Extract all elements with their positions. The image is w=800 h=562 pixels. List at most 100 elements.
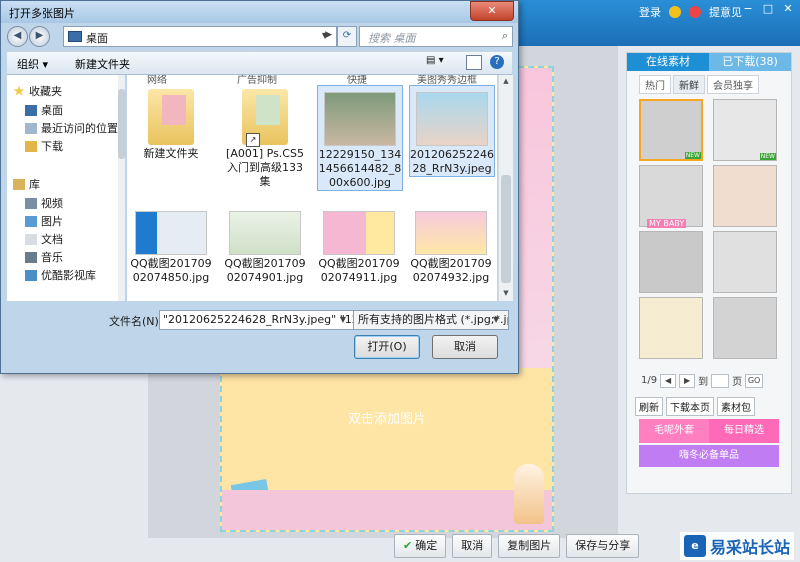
- refresh-icon[interactable]: ⟳: [337, 26, 357, 47]
- sidebar-item-documents[interactable]: 文档: [25, 231, 63, 247]
- downloads-folder-icon: [25, 140, 37, 152]
- refresh-button[interactable]: 刷新: [635, 397, 663, 416]
- new-badge: NEW: [684, 152, 701, 159]
- search-box[interactable]: 搜索 桌面 ⌕: [359, 26, 513, 47]
- preview-pane-icon[interactable]: [466, 55, 482, 70]
- sidebar-item-desktop[interactable]: 桌面: [25, 102, 63, 118]
- sidebar-favorites[interactable]: 收藏夹: [13, 83, 62, 99]
- copy-image-button[interactable]: 复制图片: [498, 534, 561, 558]
- scroll-up-icon[interactable]: ▲: [501, 77, 511, 87]
- view-options-icon[interactable]: ▤ ▾: [426, 55, 454, 70]
- new-folder-button[interactable]: 新建文件夹: [75, 56, 130, 72]
- app-window-controls: − □ ✕: [740, 2, 796, 16]
- my-baby-thumbnail-text: MY BABY: [647, 219, 687, 228]
- scroll-down-icon[interactable]: ▼: [501, 289, 511, 299]
- new-badge: NEW: [759, 153, 776, 160]
- material-thumbnail[interactable]: [639, 297, 703, 359]
- close-app-button[interactable]: ✕: [780, 2, 796, 16]
- material-thumbnail[interactable]: [713, 231, 777, 293]
- address-path: 桌面: [86, 32, 108, 45]
- address-bar[interactable]: 桌面 ▶: [63, 26, 337, 47]
- save-share-button[interactable]: 保存与分享: [566, 534, 640, 558]
- file-item-image[interactable]: 12229150_1341456614482_800x600.jpg: [317, 85, 403, 191]
- file-list: 网络 广告抑制 快捷 美图秀秀边框 新建文件夹 ↗ [A001] Ps.CS5入…: [127, 75, 497, 301]
- material-panel: 在线素材 已下载(38) 热门 新鲜 会员独享 NEW NEW MY BABY …: [626, 52, 792, 494]
- file-list-scrollbar[interactable]: ▲ ▼: [498, 75, 513, 301]
- material-pager: 1/9 ◀ ▶ 到 页 GO: [641, 373, 764, 388]
- file-item-folder[interactable]: 新建文件夹: [129, 85, 213, 161]
- file-item-screenshot[interactable]: QQ截图20170902074901.jpg: [223, 205, 307, 285]
- filetype-select[interactable]: 所有支持的图片格式 (*.jpg;*.jp: [353, 310, 509, 330]
- login-link[interactable]: 登录: [639, 4, 661, 20]
- sidebar-item-pictures[interactable]: 图片: [25, 213, 63, 229]
- prev-page-button[interactable]: ◀: [660, 373, 677, 388]
- tab-online-materials[interactable]: 在线素材: [627, 53, 709, 71]
- material-tabs: 在线素材 已下载(38): [627, 53, 791, 71]
- material-thumbnail[interactable]: [639, 231, 703, 293]
- filename-dropdown-icon[interactable]: ▼: [337, 311, 349, 329]
- back-arrow-icon[interactable]: ◀: [7, 26, 28, 47]
- wave-decoration: [222, 490, 552, 530]
- folder-icon: [148, 89, 194, 145]
- download-page-button[interactable]: 下载本页: [666, 397, 714, 416]
- material-thumbnail[interactable]: [713, 297, 777, 359]
- next-page-button[interactable]: ▶: [679, 373, 696, 388]
- open-images-dialog: 打开多张图片 ✕ ◀ ▶ 桌面 ▶ ▼ ⟳ 搜索 桌面 ⌕ 组织 ▾ 新建文件夹…: [0, 0, 519, 374]
- material-thumbnail[interactable]: NEW: [639, 99, 703, 161]
- dialog-cancel-button[interactable]: 取消: [432, 335, 498, 359]
- help-icon[interactable]: ?: [490, 55, 504, 69]
- feedback-link[interactable]: 提意见: [709, 4, 742, 20]
- subtab-popular[interactable]: 热门: [639, 75, 671, 94]
- videos-icon: [25, 197, 37, 209]
- add-image-hint[interactable]: 双击添加图片: [222, 408, 552, 427]
- search-icon[interactable]: ⌕: [502, 29, 508, 43]
- sidebar-item-music[interactable]: 音乐: [25, 249, 63, 265]
- open-button[interactable]: 打开(O): [354, 335, 420, 359]
- subtab-vip[interactable]: 会员独享: [707, 75, 759, 94]
- forward-arrow-icon[interactable]: ▶: [29, 26, 50, 47]
- file-item-screenshot[interactable]: QQ截图20170902074932.jpg: [409, 205, 493, 285]
- promo-winter[interactable]: 嗨冬必备单品: [639, 445, 779, 467]
- organize-menu[interactable]: 组织 ▾: [17, 56, 48, 72]
- sidebar-item-youku[interactable]: 优酷影视库: [25, 267, 96, 283]
- tab-downloaded[interactable]: 已下载(38): [709, 53, 791, 71]
- qq-icon[interactable]: [669, 6, 681, 18]
- filename-input[interactable]: "20120625224628_RrN3y.jpeg" "1222: [159, 310, 354, 330]
- goto-label: 到: [698, 377, 709, 388]
- sidebar-item-downloads[interactable]: 下载: [25, 138, 63, 154]
- documents-icon: [25, 233, 37, 245]
- material-thumbnail[interactable]: NEW: [713, 99, 777, 161]
- sidebar-item-videos[interactable]: 视频: [25, 195, 63, 211]
- site-logo-icon: e: [683, 535, 706, 557]
- material-pack-button[interactable]: 素材包: [717, 397, 755, 416]
- address-dropdown-icon[interactable]: ▼: [317, 26, 333, 45]
- file-item-image[interactable]: 20120625224628_RrN3y.jpeg: [409, 85, 495, 177]
- check-icon: ✔: [403, 539, 413, 552]
- go-button[interactable]: GO: [745, 373, 764, 388]
- material-thumbnail[interactable]: [713, 165, 777, 227]
- promo-coats[interactable]: 毛呢外套: [639, 419, 709, 443]
- sidebar-item-recent[interactable]: 最近访问的位置: [25, 120, 118, 136]
- promo-daily[interactable]: 每日精选: [709, 419, 779, 443]
- close-dialog-button[interactable]: ✕: [470, 1, 514, 21]
- maximize-button[interactable]: □: [760, 2, 776, 16]
- minimize-button[interactable]: −: [740, 2, 756, 16]
- page-number-input[interactable]: [711, 373, 730, 388]
- file-scroll-thumb[interactable]: [501, 175, 511, 283]
- subtab-fresh[interactable]: 新鲜: [673, 75, 705, 94]
- site-name: 易采站长站: [709, 538, 790, 557]
- file-item-screenshot[interactable]: QQ截图20170902074850.jpg: [129, 205, 213, 285]
- sidebar-scrollbar[interactable]: [118, 75, 125, 301]
- sidebar-libraries[interactable]: 库: [13, 176, 40, 192]
- filetype-dropdown-icon[interactable]: ▼: [493, 311, 505, 329]
- file-item-shortcut[interactable]: ↗ [A001] Ps.CS5入门到高级133集: [223, 85, 307, 189]
- confirm-button[interactable]: ✔ 确定: [394, 534, 447, 558]
- weibo-icon[interactable]: [689, 6, 701, 18]
- editor-action-bar: ✔ 确定 取消 复制图片 保存与分享: [394, 534, 640, 558]
- cancel-edit-button[interactable]: 取消: [452, 534, 493, 558]
- sidebar-scroll-thumb[interactable]: [118, 89, 125, 159]
- material-thumbnail[interactable]: [639, 165, 703, 227]
- icecream-decoration: [514, 464, 544, 524]
- image-thumbnail: [229, 211, 301, 255]
- file-item-screenshot[interactable]: QQ截图20170902074911.jpg: [317, 205, 401, 285]
